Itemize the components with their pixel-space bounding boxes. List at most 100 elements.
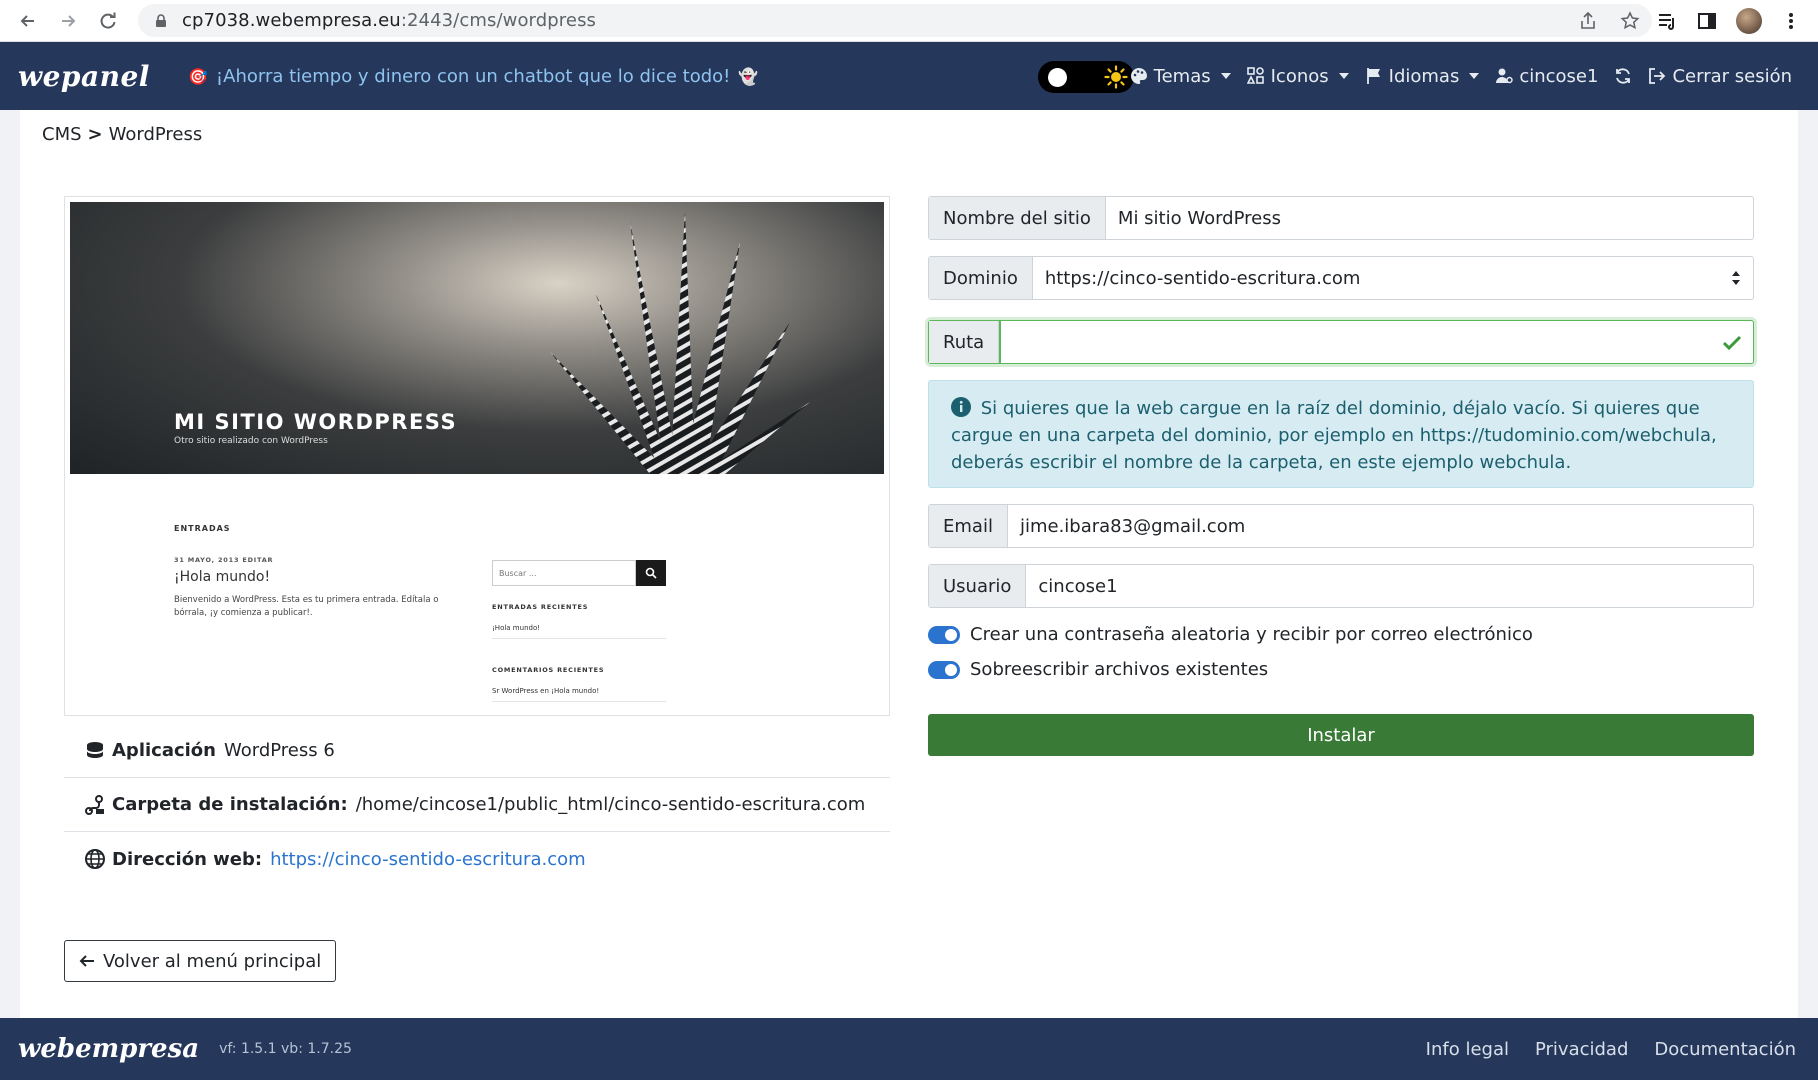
footer-link-privacy[interactable]: Privacidad	[1535, 1039, 1628, 1060]
main-panel: CMS > WordPress MI SITIO WORDPRESS Otro …	[20, 110, 1798, 1018]
toggle-knob	[1048, 68, 1067, 87]
user-label: Usuario	[929, 565, 1027, 607]
lock-icon	[156, 13, 166, 27]
version-text: vf: 1.5.1 vb: 1.7.25	[219, 1041, 352, 1057]
select-arrows-icon	[1732, 271, 1740, 285]
promo-banner[interactable]: 🎯 ¡Ahorra tiempo y dinero con un chatbot…	[188, 42, 758, 110]
sign-out-icon	[1649, 68, 1666, 84]
random-password-switch[interactable]	[928, 625, 960, 644]
overwrite-switch[interactable]	[928, 660, 960, 679]
address-bar[interactable]: cp7038.webempresa.eu:2443/cms/wordpress	[138, 4, 1652, 37]
domain-group: Dominio https://cinco-sentido-escritura.…	[928, 256, 1754, 300]
sync-icon	[1616, 68, 1631, 84]
info-web: Dirección web: https://cinco-sentido-esc…	[64, 832, 890, 886]
footer-link-legal[interactable]: Info legal	[1426, 1039, 1509, 1060]
checkmark-icon	[1722, 335, 1742, 351]
reload-icon[interactable]	[88, 0, 128, 42]
user-gear-icon	[1496, 68, 1514, 84]
wepanel-logo[interactable]: wepanel	[18, 60, 150, 93]
globe-icon	[85, 849, 105, 869]
forward-arrow-icon[interactable]	[48, 0, 88, 42]
kebab-menu-icon[interactable]	[1780, 10, 1802, 32]
site-name-input[interactable]: Mi sitio WordPress	[1106, 197, 1753, 239]
url-text: cp7038.webempresa.eu:2443/cms/wordpress	[182, 10, 597, 31]
preview-recent-posts-heading: ENTRADAS RECIENTES	[492, 603, 589, 611]
preview-site-title: MI SITIO WORDPRESS	[174, 410, 458, 434]
info-web-label: Dirección web:	[112, 848, 263, 870]
path-help-text: Si quieres que la web cargue en la raíz …	[951, 398, 1717, 473]
info-application-value: WordPress 6	[224, 740, 335, 761]
side-panel-icon[interactable]	[1696, 10, 1718, 32]
preview-entradas-heading: ENTRADAS	[174, 524, 231, 533]
preview-search-input: Buscar ...	[492, 560, 636, 586]
share-icon[interactable]	[1578, 11, 1598, 31]
reading-list-icon[interactable]	[1656, 10, 1678, 32]
path-group: Ruta	[928, 320, 1754, 364]
random-password-label[interactable]: Crear una contraseña aleatoria y recibir…	[970, 624, 1533, 645]
user-input[interactable]: cincose1	[1026, 565, 1753, 607]
info-web-link[interactable]: https://cinco-sentido-escritura.com	[270, 849, 586, 870]
logout-button[interactable]: Cerrar sesión	[1648, 66, 1792, 87]
icons-grid-icon	[1246, 67, 1264, 84]
refresh-button[interactable]	[1614, 67, 1632, 85]
install-button[interactable]: Instalar	[928, 714, 1754, 756]
info-circle-icon	[951, 397, 971, 417]
preview-post-text: Bienvenido a WordPress. Esta es tu prime…	[174, 595, 439, 618]
overwrite-label[interactable]: Sobreescribir archivos existentes	[970, 659, 1268, 680]
folder-path-icon	[85, 794, 104, 815]
overwrite-switch-row: Sobreescribir archivos existentes	[928, 659, 1268, 680]
star-icon[interactable]	[1620, 10, 1640, 31]
nav-iconos[interactable]: Iconos	[1246, 65, 1349, 87]
sun-icon	[1104, 65, 1128, 89]
breadcrumb-separator: >	[87, 124, 103, 145]
profile-avatar[interactable]	[1736, 8, 1762, 34]
site-name-group: Nombre del sitio Mi sitio WordPress	[928, 196, 1754, 240]
preview-hero-image: MI SITIO WORDPRESS Otro sitio realizado …	[70, 202, 884, 474]
preview-post-meta: 31 MAYO, 2013 EDITAR	[174, 556, 274, 564]
nav-temas[interactable]: Temas	[1130, 66, 1231, 87]
user-group: Usuario cincose1	[928, 564, 1754, 608]
preview-post-title: ¡Hola mundo!	[174, 569, 271, 585]
random-password-switch-row: Crear una contraseña aleatoria y recibir…	[928, 624, 1533, 645]
webempresa-logo[interactable]: webempresa	[18, 1034, 199, 1064]
browser-toolbar: cp7038.webempresa.eu:2443/cms/wordpress	[0, 0, 1818, 42]
breadcrumb-cms[interactable]: CMS	[42, 124, 82, 145]
footer: webempresa vf: 1.5.1 vb: 1.7.25 Info leg…	[0, 1018, 1818, 1080]
back-button-label: Volver al menú principal	[103, 950, 322, 972]
nav-user[interactable]: cincose1	[1495, 66, 1598, 87]
preview-body: ENTRADAS 31 MAYO, 2013 EDITAR ¡Hola mund…	[70, 474, 884, 712]
domain-label: Dominio	[929, 257, 1033, 299]
theme-toggle[interactable]	[1038, 61, 1134, 93]
domain-select-value: https://cinco-sentido-escritura.com	[1044, 267, 1361, 289]
preview-site-tagline: Otro sitio realizado con WordPress	[174, 436, 328, 446]
footer-link-docs[interactable]: Documentación	[1654, 1039, 1796, 1060]
flag-icon	[1366, 68, 1380, 84]
breadcrumb: CMS > WordPress	[42, 124, 202, 145]
info-folder-label: Carpeta de instalación:	[112, 794, 348, 815]
info-application: Aplicación WordPress 6	[64, 724, 890, 778]
database-icon	[87, 741, 103, 758]
info-application-label: Aplicación	[112, 740, 216, 761]
nav-user-label: cincose1	[1519, 65, 1599, 87]
target-icon: 🎯	[188, 66, 208, 86]
email-input[interactable]: jime.ibara83@gmail.com	[1008, 505, 1753, 547]
nav-iconos-label: Iconos	[1270, 65, 1329, 87]
app-navbar: wepanel 🎯 ¡Ahorra tiempo y dinero con un…	[0, 42, 1818, 110]
domain-select[interactable]: https://cinco-sentido-escritura.com	[1033, 257, 1753, 299]
back-to-main-menu-button[interactable]: Volver al menú principal	[64, 940, 337, 982]
theme-preview: MI SITIO WORDPRESS Otro sitio realizado …	[64, 196, 890, 716]
palette-icon	[1130, 68, 1147, 84]
site-name-label: Nombre del sitio	[929, 197, 1106, 239]
path-input[interactable]	[999, 321, 1753, 363]
back-arrow-icon[interactable]	[8, 0, 48, 42]
nav-idiomas[interactable]: Idiomas	[1365, 66, 1480, 87]
nav-idiomas-label: Idiomas	[1388, 65, 1460, 87]
info-folder-value: /home/cincose1/public_html/cinco-sentido…	[355, 794, 866, 815]
plant-illustration	[550, 212, 810, 474]
preview-recent-comments-heading: COMENTARIOS RECIENTES	[492, 666, 605, 674]
preview-search: Buscar ...	[492, 560, 666, 586]
preview-recent-post: ¡Hola mundo!	[492, 624, 666, 639]
logout-label: Cerrar sesión	[1672, 65, 1792, 87]
promo-text[interactable]: ¡Ahorra tiempo y dinero con un chatbot q…	[216, 66, 730, 87]
breadcrumb-current: WordPress	[108, 124, 203, 145]
